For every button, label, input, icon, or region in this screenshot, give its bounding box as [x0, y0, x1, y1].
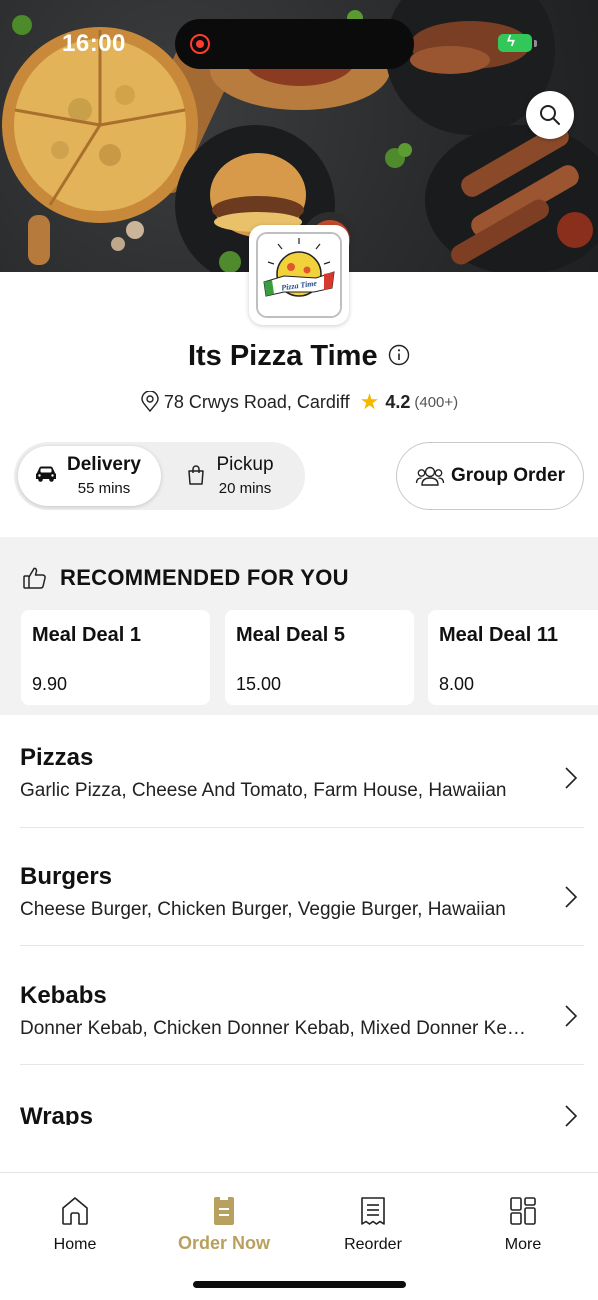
recommended-title: RECOMMENDED FOR YOU — [60, 565, 349, 590]
category-row[interactable]: Burgers Cheese Burger, Chicken Burger, V… — [20, 863, 584, 921]
recommended-item-name: Meal Deal 1 — [32, 624, 141, 646]
category-name: Kebabs — [20, 982, 107, 1009]
dynamic-island — [175, 19, 414, 69]
recording-icon — [190, 34, 210, 54]
pickup-label: Pickup — [216, 454, 274, 475]
group-icon — [415, 466, 445, 486]
tab-more-label: More — [504, 1236, 542, 1253]
tab-reorder-label: Reorder — [344, 1236, 402, 1253]
tab-reorder[interactable]: Reorder — [313, 1195, 433, 1254]
order-receipt-icon — [214, 1197, 234, 1225]
category-name: Burgers — [20, 863, 113, 890]
category-name: Pizzas — [20, 744, 94, 771]
tab-home-label: Home — [53, 1236, 97, 1253]
rating-value: 4.2 — [385, 391, 411, 412]
recommended-item-price: 15.00 — [236, 674, 282, 694]
car-icon — [36, 466, 56, 482]
tab-order-now-label: Order Now — [177, 1233, 270, 1253]
restaurant-address: 78 Crwys Road, Cardiff — [163, 391, 350, 412]
thumbs-up-icon — [23, 567, 46, 589]
home-indicator[interactable] — [193, 1281, 406, 1288]
pickup-option[interactable]: Pickup 20 mins — [210, 454, 280, 497]
divider — [20, 827, 584, 828]
recommended-card[interactable]: Meal Deal 5 15.00 — [225, 610, 414, 705]
chevron-right-icon — [565, 1005, 578, 1027]
tab-order-now[interactable]: Order Now — [164, 1195, 284, 1254]
address-row: 78 Crwys Road, Cardiff ★ 4.2 (400+) — [0, 391, 598, 413]
recommended-item-name: Meal Deal 11 — [439, 624, 558, 646]
grid-icon — [510, 1197, 536, 1225]
delivery-time: 55 mins — [77, 480, 131, 497]
delivery-label: Delivery — [67, 454, 141, 475]
home-icon — [62, 1197, 88, 1225]
category-description: Cheese Burger, Chicken Burger, Veggie Bu… — [20, 899, 506, 920]
tab-more[interactable]: More — [463, 1195, 583, 1254]
category-name: Wraps — [20, 1103, 93, 1125]
search-icon — [540, 105, 560, 125]
pizza-logo-icon: Pizza Time — [258, 234, 340, 316]
battery-icon: ϟ — [498, 33, 537, 52]
recommended-card[interactable]: Meal Deal 1 9.90 — [21, 610, 210, 705]
category-description: Donner Kebab, Chicken Donner Kebab, Mixe… — [20, 1018, 530, 1039]
search-button[interactable] — [526, 91, 574, 139]
recommended-item-price: 8.00 — [439, 674, 475, 694]
category-description: Garlic Pizza, Cheese And Tomato, Farm Ho… — [20, 780, 507, 801]
tab-home[interactable]: Home — [15, 1195, 135, 1254]
divider — [20, 1064, 584, 1065]
delivery-text[interactable]: Delivery 55 mins — [64, 454, 144, 497]
receipt-icon — [361, 1197, 385, 1225]
status-time: 16:00 — [62, 30, 126, 57]
recommended-item-price: 9.90 — [32, 674, 68, 694]
location-pin-icon — [141, 391, 159, 413]
recommended-heading: RECOMMENDED FOR YOU — [22, 565, 349, 591]
restaurant-name: Its Pizza Time — [187, 340, 378, 372]
chevron-right-icon — [565, 1105, 578, 1127]
recommended-section: RECOMMENDED FOR YOU Meal Deal 1 9.90 Mea… — [0, 537, 598, 715]
order-mode-toggle: Delivery 55 mins Pickup 20 mins — [14, 442, 305, 510]
recommended-item-name: Meal Deal 5 — [236, 624, 345, 646]
star-icon: ★ — [359, 389, 380, 414]
shopping-bag-icon — [188, 465, 204, 485]
info-icon[interactable] — [388, 344, 410, 366]
group-order-label: Group Order — [450, 465, 565, 486]
restaurant-logo: Pizza Time — [249, 225, 349, 325]
category-row[interactable]: Kebabs Donner Kebab, Chicken Donner Keba… — [20, 982, 584, 1040]
pickup-time: 20 mins — [218, 480, 272, 497]
category-row[interactable]: Wraps — [20, 1103, 584, 1125]
chevron-right-icon — [565, 767, 578, 789]
category-row[interactable]: Pizzas Garlic Pizza, Cheese And Tomato, … — [20, 744, 584, 802]
group-order-button[interactable]: Group Order — [396, 442, 584, 510]
chevron-right-icon — [565, 886, 578, 908]
divider — [20, 945, 584, 946]
rating-count: (400+) — [414, 393, 459, 411]
restaurant-header: Its Pizza Time — [0, 340, 598, 373]
recommended-card[interactable]: Meal Deal 11 8.00 — [428, 610, 598, 705]
